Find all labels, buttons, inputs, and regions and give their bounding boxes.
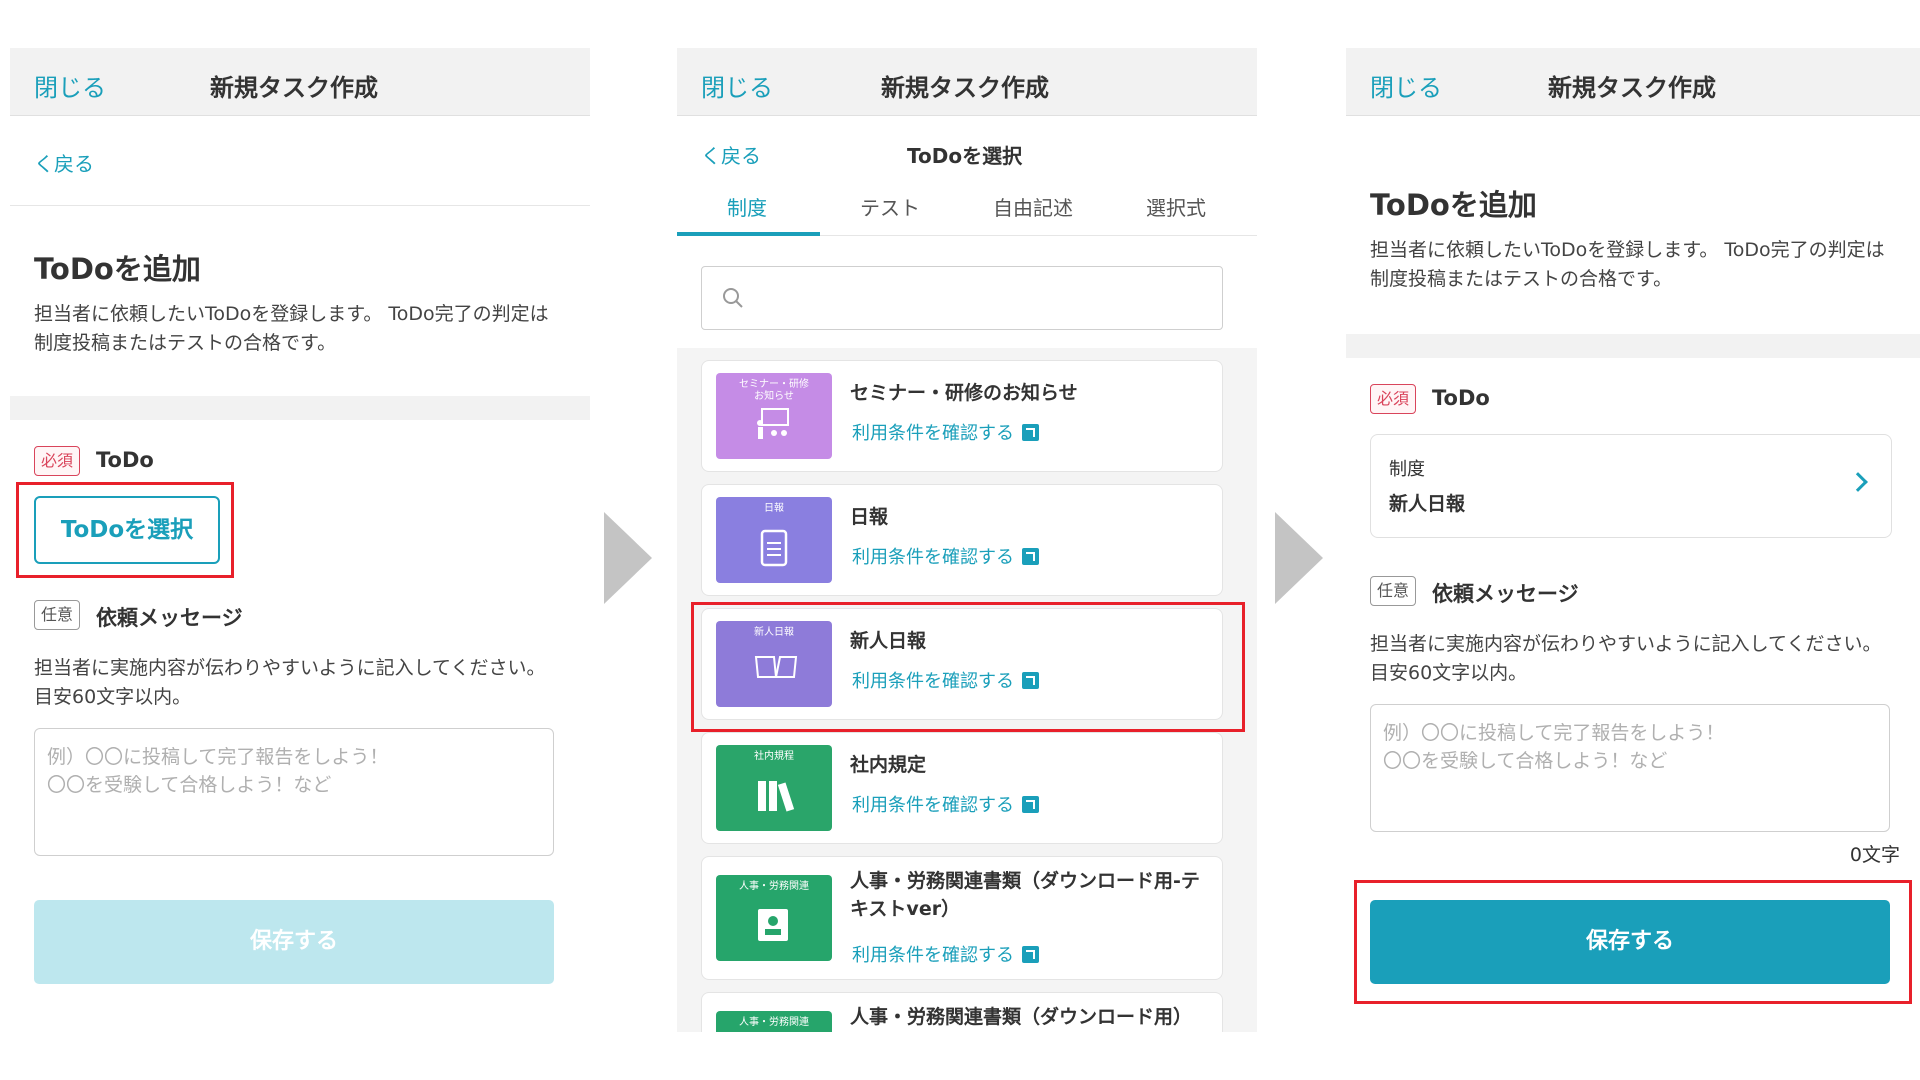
active-tab-indicator — [677, 232, 820, 236]
page-title: 新規タスク作成 — [1548, 74, 1716, 102]
thumbnail: 人事・労務関連 — [716, 1011, 832, 1032]
id-card-icon — [758, 909, 788, 941]
step-arrow-icon — [604, 512, 652, 604]
highlight-box — [16, 482, 234, 578]
page-title: 新規タスク作成 — [210, 74, 378, 102]
optional-badge: 任意 — [1370, 576, 1417, 606]
terms-link[interactable]: 利用条件を確認する — [852, 941, 1039, 967]
todo-label: ToDo — [96, 448, 154, 472]
section-description: 担当者に依頼したいToDoを登録します。 ToDo完了の判定は制度投稿またはテス… — [1370, 239, 1885, 290]
external-link-icon — [1022, 796, 1039, 813]
panel-step-3: 閉じる 新規タスク作成 ToDoを追加 担当者に依頼したいToDoを登録します。… — [1346, 48, 1920, 1032]
terms-link-label: 利用条件を確認する — [852, 423, 1014, 444]
list-item[interactable]: 人事・労務関連 人事・労務関連書類（ダウンロード用-テキストver） 利用条件を… — [701, 856, 1223, 980]
category-tabs: 制度 テスト 自由記述 選択式 — [677, 180, 1257, 236]
top-bar: 閉じる 新規タスク作成 — [677, 48, 1257, 116]
terms-link[interactable]: 利用条件を確認する — [852, 791, 1039, 817]
thumbnail-label: 社内規程 — [754, 751, 794, 762]
top-bar: 閉じる 新規タスク作成 — [1346, 48, 1920, 116]
thumbnail-label: 人事・労務関連 — [739, 1017, 809, 1028]
list-item[interactable]: 日報 日報 利用条件を確認する — [701, 484, 1223, 596]
list-item[interactable]: 社内規程 社内規定 利用条件を確認する — [701, 732, 1223, 844]
section-description: 担当者に依頼したいToDoを登録します。 ToDo完了の判定は制度投稿またはテス… — [34, 303, 549, 354]
list-item[interactable]: 人事・労務関連 人事・労務関連書類（ダウンロード用） — [701, 992, 1223, 1032]
thumbnail-label: 人事・労務関連 — [739, 881, 809, 892]
message-label: 依頼メッセージ — [1432, 582, 1579, 606]
selected-value: 新人日報 — [1389, 493, 1466, 515]
todo-label: ToDo — [1432, 386, 1490, 410]
thumbnail: 人事・労務関連 — [716, 875, 832, 961]
divider-band — [10, 396, 590, 420]
panel-step-1: 閉じる 新規タスク作成 く戻る ToDoを追加 担当者に依頼したいToDoを登録… — [10, 48, 590, 1032]
required-badge: 必須 — [1370, 384, 1417, 414]
terms-link-label: 利用条件を確認する — [852, 945, 1014, 966]
selected-category: 制度 — [1389, 459, 1425, 480]
chevron-right-icon — [1848, 472, 1868, 492]
external-link-icon — [1022, 548, 1039, 565]
presentation-icon — [757, 408, 789, 439]
item-title: セミナー・研修のお知らせ — [850, 382, 1078, 404]
back-button[interactable]: く戻る — [701, 140, 761, 169]
external-link-icon — [1022, 424, 1039, 441]
save-button-disabled[interactable]: 保存する — [34, 900, 554, 984]
top-bar: 閉じる 新規タスク作成 — [10, 48, 590, 116]
item-title: 社内規定 — [850, 754, 927, 776]
selected-todo-card[interactable]: 制度 新人日報 — [1370, 434, 1892, 538]
terms-link-label: 利用条件を確認する — [852, 547, 1014, 568]
thumbnail: 社内規程 — [716, 745, 832, 831]
highlight-box — [1354, 880, 1912, 1004]
message-label: 依頼メッセージ — [96, 606, 243, 630]
tab-multiple-choice[interactable]: 選択式 — [1106, 192, 1246, 221]
thumbnail: セミナー・研修 お知らせ — [716, 373, 832, 459]
back-button[interactable]: く戻る — [34, 148, 94, 177]
required-badge: 必須 — [34, 446, 81, 476]
list-item[interactable]: セミナー・研修 お知らせ セミナー・研修のお知らせ 利用条件を確認する — [701, 360, 1223, 472]
divider-band — [1346, 334, 1920, 358]
search-icon — [723, 288, 743, 308]
item-title: 人事・労務関連書類（ダウンロード用-テキストver） — [850, 870, 1200, 920]
tab-seido[interactable]: 制度 — [677, 192, 817, 221]
message-textarea[interactable]: 例）〇〇に投稿して完了報告をしよう！ 〇〇を受験して合格しよう！など — [34, 728, 554, 856]
terms-link-label: 利用条件を確認する — [852, 795, 1014, 816]
close-button[interactable]: 閉じる — [34, 68, 106, 103]
thumbnail: 日報 — [716, 497, 832, 583]
panel-step-2: 閉じる 新規タスク作成 く戻る ToDoを選択 制度 テスト 自由記述 選択式 … — [677, 48, 1257, 1032]
thumbnail-label: セミナー・研修 お知らせ — [739, 379, 809, 402]
message-description: 担当者に実施内容が伝わりやすいように記入してください。目安60文字以内。 — [1370, 633, 1882, 684]
tab-test[interactable]: テスト — [820, 192, 960, 221]
section-title: ToDoを追加 — [1370, 188, 1537, 222]
optional-badge: 任意 — [34, 600, 81, 630]
tab-free-text[interactable]: 自由記述 — [963, 192, 1103, 221]
page-title: 新規タスク作成 — [881, 74, 1049, 102]
search-input[interactable] — [701, 266, 1223, 330]
clipboard-icon — [760, 529, 788, 567]
step-arrow-icon — [1275, 512, 1323, 604]
message-textarea[interactable]: 例）〇〇に投稿して完了報告をしよう！ 〇〇を受験して合格しよう！など — [1370, 704, 1890, 832]
character-count: 0文字 — [1849, 844, 1900, 866]
terms-link[interactable]: 利用条件を確認する — [852, 419, 1039, 445]
terms-link[interactable]: 利用条件を確認する — [852, 543, 1039, 569]
books-icon — [758, 781, 795, 812]
thumbnail-label: 日報 — [764, 503, 784, 514]
section-title: ToDoを追加 — [34, 252, 201, 286]
item-title: 人事・労務関連書類（ダウンロード用） — [850, 1006, 1193, 1028]
close-button[interactable]: 閉じる — [701, 68, 773, 103]
external-link-icon — [1022, 946, 1039, 963]
close-button[interactable]: 閉じる — [1370, 68, 1442, 103]
message-description: 担当者に実施内容が伝わりやすいように記入してください。目安60文字以内。 — [34, 657, 546, 708]
highlight-box — [691, 602, 1245, 732]
picker-title: ToDoを選択 — [907, 144, 1023, 168]
back-row: く戻る — [10, 116, 590, 206]
item-title: 日報 — [850, 506, 889, 528]
